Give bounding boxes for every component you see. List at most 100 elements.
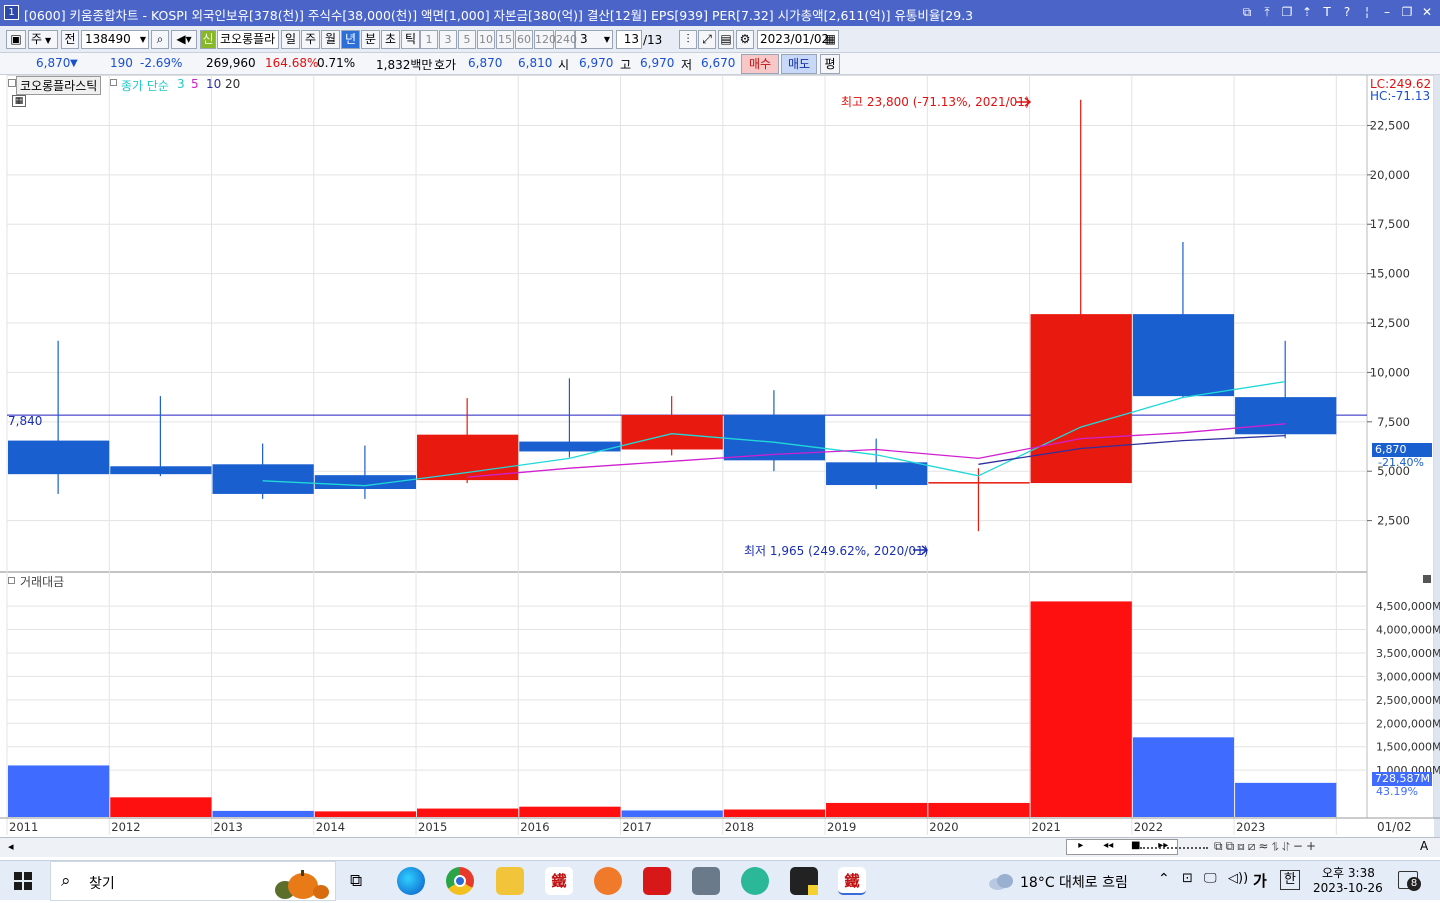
sticky-notes-icon[interactable] [790, 867, 818, 895]
draw-icon[interactable]: ⤢ [698, 30, 716, 49]
interval-7[interactable]: 240 [555, 30, 577, 49]
tray-app-icon[interactable]: ⊡ [1182, 871, 1193, 886]
avg-button[interactable]: 평 [820, 54, 840, 74]
gear-icon[interactable]: ⚙ [736, 30, 754, 49]
zoom-slider[interactable] [1140, 845, 1208, 849]
volume-pct-tag: 43.19% [1376, 785, 1418, 798]
count-select[interactable]: 3 ▼ [575, 30, 613, 49]
tab-3[interactable]: 년 [341, 30, 360, 49]
panel-close-icon[interactable] [1423, 575, 1431, 583]
down-arrow-icon: ▼ [70, 58, 78, 69]
search-icon[interactable]: ⌕ [151, 30, 169, 49]
buy-button[interactable]: 매수 [741, 54, 779, 74]
volume-bar [928, 802, 1030, 817]
pin-icon[interactable]: ⤒ [1260, 4, 1274, 20]
network-icon[interactable]: 🖵 [1204, 871, 1217, 886]
volume-bar [110, 797, 212, 817]
vol-tick-label: 2,000,000M [1376, 717, 1440, 730]
volume-icon[interactable]: ◁)) [1228, 871, 1248, 886]
notification-icon[interactable]: 8 [1398, 871, 1421, 891]
code-input[interactable]: 138490 ▼ [81, 30, 149, 49]
volume-bar [8, 765, 110, 817]
app-teal-icon[interactable] [741, 867, 769, 895]
ma-label[interactable]: 종가 단순 [121, 77, 169, 94]
calculator-icon[interactable] [692, 867, 720, 895]
chart-area[interactable]: 2,500 5,000 7,500 10,000 12,500 15,000 17,500 2… [0, 74, 1440, 837]
hc-label: HC:-71.13 [1370, 89, 1431, 103]
candle-body [110, 466, 212, 475]
ma10-label: 10 [206, 77, 222, 91]
table-icon[interactable]: ▦ [12, 95, 26, 107]
kiwoom-active-icon[interactable]: 鐵 [838, 867, 866, 895]
date-input[interactable]: 2023/01/02 ▦ [757, 30, 839, 49]
folder-icon[interactable] [496, 867, 524, 895]
taskbar-search[interactable]: ⌕ 찾기 [50, 861, 336, 901]
interval-5[interactable]: 60 [515, 30, 533, 49]
chart-scrollbar[interactable]: ◂ ▸ ◂◂ ■ ▸▸ ⧉⧉⧈⧄≈⥮⥯−+ A [0, 837, 1440, 857]
chrome-icon[interactable] [446, 867, 474, 895]
stock-name-field[interactable]: 코오롱플라 [217, 30, 279, 49]
windows-start-icon[interactable] [14, 872, 32, 890]
app-orange-icon[interactable] [594, 867, 622, 895]
tab-4[interactable]: 분 [361, 30, 380, 49]
interval-1[interactable]: 3 [439, 30, 457, 49]
rewind-icon[interactable]: ◂◂ [1095, 840, 1123, 854]
legend-stock-name[interactable]: 코오롱플라스틱 [16, 76, 102, 95]
text-icon[interactable]: T [1320, 4, 1334, 20]
page-input[interactable]: 13 [616, 30, 642, 49]
interval-2[interactable]: 5 [458, 30, 476, 49]
tray-chevron-icon[interactable]: ⌃ [1158, 871, 1170, 887]
kiwoom-icon[interactable]: 鐵 [545, 867, 573, 895]
trade-amount: 1,832백만 [376, 58, 433, 72]
tool-icons[interactable]: ⧉⧉⧈⧄≈⥮⥯−+ [1214, 839, 1319, 854]
interval-3[interactable]: 10 [477, 30, 495, 49]
task-view-icon[interactable]: ⧉ [350, 871, 362, 891]
interval-0[interactable]: 1 [420, 30, 438, 49]
volume-panel-title[interactable]: 거래대금 [20, 573, 64, 590]
tab-2[interactable]: 월 [321, 30, 340, 49]
candle-icon[interactable]: ⫶ [679, 30, 697, 49]
copy-icon[interactable]: ❐ [1280, 4, 1294, 20]
ma20-label: 20 [225, 77, 241, 91]
tab-1[interactable]: 주 [301, 30, 320, 49]
period-select[interactable]: 주 ▼ [28, 30, 58, 49]
max-annotation: 최고 23,800 (-71.13%, 2021/01) [841, 95, 1030, 109]
ime-hangul[interactable]: 한 [1280, 870, 1300, 890]
price-change: 190 [110, 56, 133, 70]
edge-icon[interactable] [397, 867, 425, 895]
minimize-icon[interactable]: – [1380, 4, 1394, 20]
scroll-left-icon[interactable]: ◂ [8, 840, 14, 853]
link-icon[interactable]: ⧉ [1240, 4, 1254, 20]
restore-icon[interactable]: ❐ [1400, 4, 1414, 20]
ma-panel-icon[interactable] [110, 79, 117, 86]
chevron-down-icon: ▼ [603, 35, 610, 44]
volume-bar [826, 802, 928, 817]
close-icon[interactable]: ✕ [1420, 4, 1434, 20]
volume-panel-icon[interactable] [8, 577, 15, 584]
clock-time[interactable]: 오후 3:38 [1322, 864, 1375, 881]
help-icon[interactable]: ? [1340, 4, 1354, 20]
count-value: 3 [580, 32, 588, 46]
clock-date[interactable]: 2023-10-26 [1313, 881, 1383, 895]
prev-button[interactable]: 전 [61, 30, 79, 49]
sound-icon[interactable]: ◀▾ [171, 30, 197, 49]
interval-4[interactable]: 15 [496, 30, 514, 49]
tab-5[interactable]: 초 [381, 30, 400, 49]
app-red-icon[interactable] [643, 867, 671, 895]
layout-icon[interactable]: ▣ [6, 30, 26, 49]
window-number[interactable]: 1 [4, 5, 19, 20]
panel-icon[interactable] [8, 79, 16, 87]
sell-button[interactable]: 매도 [781, 54, 817, 74]
tab-0[interactable]: 일 [281, 30, 300, 49]
play-icon[interactable]: ▸ [1067, 840, 1095, 854]
up-icon[interactable]: ⇡ [1300, 4, 1314, 20]
save-icon[interactable]: ▤ [718, 30, 734, 49]
ime-mode[interactable]: 가 [1253, 870, 1267, 891]
y-tick-label: 22,500 [1370, 118, 1410, 132]
tab-6[interactable]: 틱 [401, 30, 420, 49]
interval-6[interactable]: 120 [534, 30, 556, 49]
chart-svg[interactable]: 2,5005,0007,50010,00012,50015,00017,5002… [0, 74, 1440, 837]
text-tool-icon[interactable]: A [1420, 839, 1428, 853]
hline-label: 7,840 [8, 414, 43, 428]
weather-text[interactable]: 18°C 대체로 흐림 [1020, 872, 1128, 892]
